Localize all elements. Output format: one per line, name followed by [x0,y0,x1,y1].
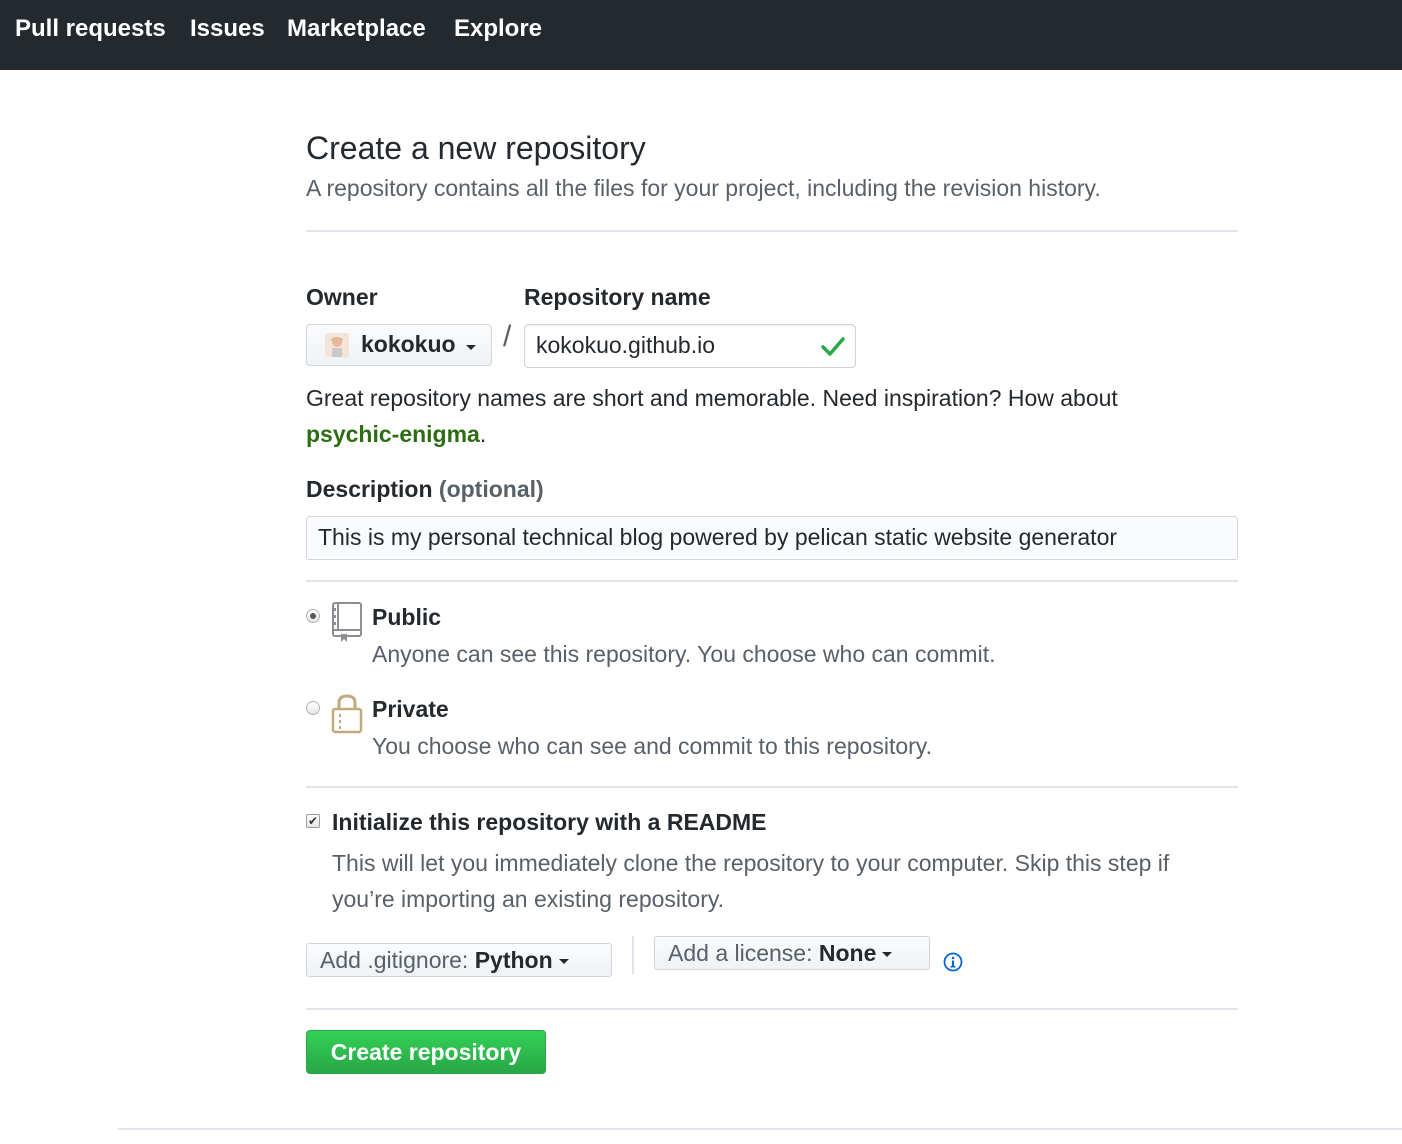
chevron-down-icon [558,959,569,965]
create-repository-button[interactable]: Create repository [306,1030,546,1074]
private-title: Private [372,696,449,722]
repo-name-label: Repository name [524,284,711,310]
private-description: You choose who can see and commit to thi… [372,733,932,759]
page-subtitle: A repository contains all the files for … [306,175,1101,201]
public-radio[interactable] [306,609,320,623]
hint-end: . [479,421,487,447]
license-value: None [818,940,877,966]
top-navigation: Pull requests Issues Marketplace Explore [0,0,1402,70]
visibility-divider [306,786,1238,788]
hint-text: Great repository names are short and mem… [306,385,1118,411]
description-label: Description (optional) [306,476,544,503]
options-divider [306,1008,1238,1010]
nav-marketplace[interactable]: Marketplace [287,15,426,43]
readme-description: This will let you immediately clone the … [332,850,1170,912]
lock-icon [331,694,363,734]
public-title: Public [372,604,442,630]
nav-issues[interactable]: Issues [190,15,265,43]
readme-title: Initialize this repository with a README [332,809,767,835]
gitignore-value: Python [474,947,553,973]
header-divider [306,230,1238,232]
description-label-text: Description [306,476,433,502]
chevron-down-icon [882,952,893,958]
repo-book-icon [332,602,362,642]
repo-name-input[interactable]: kokokuo.github.io [524,324,856,368]
owner-name: kokokuo [361,331,456,357]
public-description: Anyone can see this repository. You choo… [372,641,996,667]
repo-name-hint: Great repository names are short and mem… [306,380,1238,452]
license-select-button[interactable]: Add a license: None [654,936,930,970]
check-icon [821,337,845,356]
license-label: Add a license: [668,940,813,966]
owner-repo-separator: / [503,320,512,353]
owner-select-button[interactable]: kokokuo [306,324,492,366]
footer-divider [118,1128,1402,1130]
chevron-down-icon [466,345,476,350]
nav-explore[interactable]: Explore [454,15,542,43]
description-divider [306,580,1238,582]
optional-label: (optional) [438,476,544,502]
avatar [325,333,349,357]
gitignore-label: Add .gitignore: [320,947,469,973]
page-title: Create a new repository [306,130,646,166]
description-input[interactable]: This is my personal technical blog power… [306,516,1238,560]
repo-name-value: kokokuo.github.io [536,332,716,358]
repo-name-suggestion[interactable]: psychic-enigma [306,421,480,447]
select-separator [632,936,634,974]
nav-pull-requests[interactable]: Pull requests [15,15,166,43]
gitignore-select-button[interactable]: Add .gitignore: Python [306,943,612,977]
readme-checkbox[interactable]: ✔ [306,814,320,828]
private-radio[interactable] [306,701,320,715]
description-value: This is my personal technical blog power… [318,524,1118,550]
owner-label: Owner [306,284,378,310]
info-icon[interactable] [943,952,963,972]
